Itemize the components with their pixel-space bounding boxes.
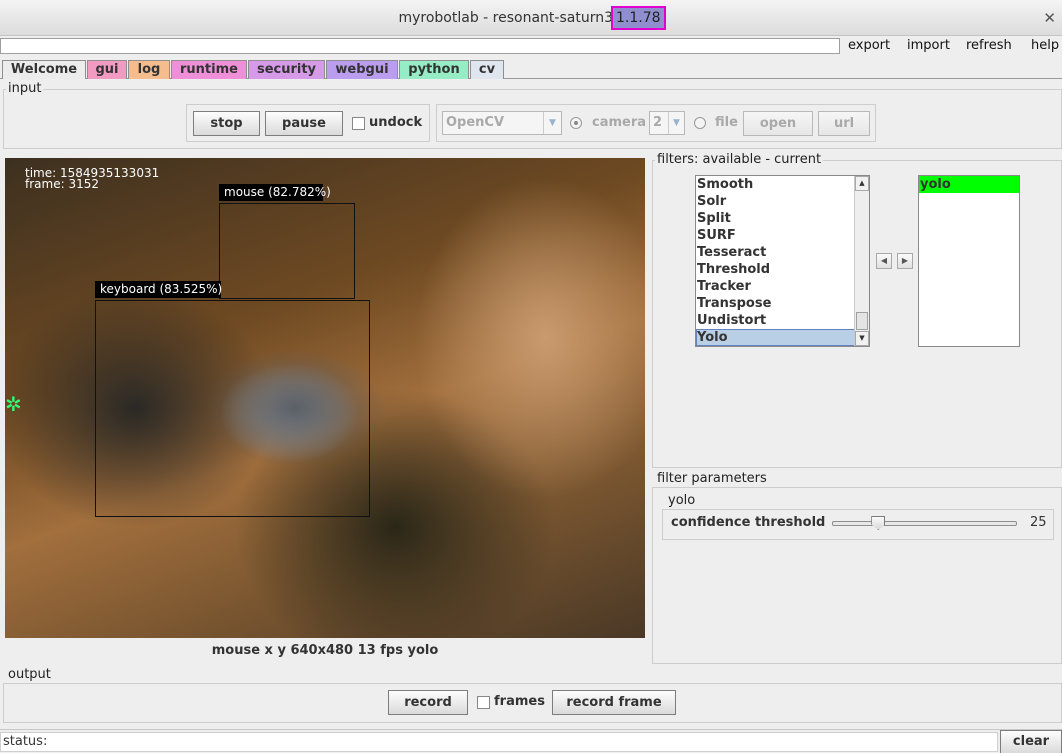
undock-label: undock [369, 115, 423, 130]
available-filter-item[interactable]: Threshold [696, 261, 869, 278]
open-button[interactable]: open [743, 111, 813, 136]
file-label: file [715, 115, 738, 130]
camera-index-value: 2 [653, 115, 663, 130]
tab-gui[interactable]: gui [87, 60, 127, 79]
detection-label-mouse: mouse (82.782%) [219, 184, 331, 201]
status-bar: status: clear [0, 729, 1062, 753]
tab-webgui[interactable]: webgui [326, 60, 398, 79]
stop-button[interactable]: stop [193, 111, 260, 136]
version-badge: 1.1.78 [611, 6, 666, 30]
chevron-down-icon: ▼ [668, 112, 684, 134]
detection-label-keyboard: keyboard (83.525%) [95, 281, 222, 298]
remove-filter-arrow-icon[interactable]: ◀ [876, 253, 892, 269]
scroll-up-icon[interactable]: ▲ [855, 176, 869, 191]
record-frame-button[interactable]: record frame [552, 690, 676, 715]
filters-group-title: filters: available - current [655, 152, 824, 167]
filter-parameters-title: filter parameters [655, 471, 769, 486]
undock-checkbox[interactable] [352, 117, 365, 130]
grabber-select[interactable]: OpenCV ▼ [442, 111, 562, 135]
available-filter-item[interactable]: Tesseract [696, 244, 869, 261]
file-radio[interactable] [694, 117, 706, 129]
scrollbar-thumb[interactable] [856, 312, 868, 330]
input-group-title: input [6, 81, 44, 96]
current-filters-items: yolo [919, 176, 1019, 193]
tab-welcome[interactable]: Welcome [2, 60, 86, 79]
video-feed[interactable]: time: 1584935133031 frame: 3152 mouse (8… [5, 158, 645, 638]
available-filter-item[interactable]: Solr [696, 193, 869, 210]
available-filters-items: Smooth Solr Split SURF Tesseract Threshold Tra… [696, 176, 869, 346]
current-filters-list[interactable]: yolo [918, 175, 1020, 347]
video-frame: frame: 3152 [25, 177, 99, 191]
available-filter-item[interactable]: Undistort [696, 312, 869, 329]
video-status-text: mouse x y 640x480 13 fps yolo [211, 643, 439, 658]
output-group-title: output [6, 667, 53, 682]
clear-button[interactable]: clear [1000, 730, 1062, 753]
detection-box-mouse [219, 203, 355, 299]
confidence-slider-track[interactable] [832, 521, 1017, 526]
add-filter-arrow-icon[interactable]: ▶ [897, 253, 913, 269]
available-filter-item[interactable]: Yolo [696, 329, 869, 346]
scroll-down-icon[interactable]: ▼ [855, 331, 869, 346]
camera-label: camera [592, 115, 647, 130]
menu-bar: export import refresh help [0, 37, 1062, 56]
menu-import[interactable]: import [907, 38, 950, 53]
window-titlebar: myrobotlab - resonant-saturn3 1.1.78 ✕ [0, 0, 1062, 36]
tab-log[interactable]: log [128, 60, 170, 79]
detection-box-keyboard [95, 300, 370, 517]
available-filter-item[interactable]: Transpose [696, 295, 869, 312]
close-icon[interactable]: ✕ [1043, 9, 1056, 27]
available-filters-list[interactable]: Smooth Solr Split SURF Tesseract Threshold Tra… [695, 175, 870, 347]
available-filter-item[interactable]: Smooth [696, 176, 869, 193]
url-button[interactable]: url [818, 111, 870, 136]
menu-refresh[interactable]: refresh [966, 38, 1012, 53]
confidence-threshold-value: 25 [1030, 515, 1047, 530]
confidence-threshold-label: confidence threshold [671, 515, 826, 530]
menu-help[interactable]: help [1031, 38, 1059, 53]
tab-security[interactable]: security [248, 60, 325, 79]
tab-runtime[interactable]: runtime [171, 60, 247, 79]
filters-scrollbar[interactable]: ▲ ▼ [854, 176, 869, 346]
chevron-down-icon: ▼ [543, 112, 561, 134]
menu-search-field[interactable] [0, 38, 840, 54]
grabber-value: OpenCV [446, 115, 505, 130]
window-title: myrobotlab - resonant-saturn3 1.1.78 [0, 0, 1062, 36]
tab-python[interactable]: python [399, 60, 469, 79]
pause-button[interactable]: pause [265, 111, 343, 136]
menu-export[interactable]: export [848, 38, 890, 53]
tab-cv[interactable]: cv [470, 60, 504, 79]
status-field: status: [0, 732, 998, 752]
current-filter-item[interactable]: yolo [919, 176, 1019, 193]
camera-index-select[interactable]: 2 ▼ [649, 111, 685, 135]
razer-logo-icon: ✲ [5, 392, 22, 416]
service-tabs: Welcome gui log runtime security webgui … [0, 59, 1062, 79]
window-title-text: myrobotlab - resonant-saturn3 [398, 10, 613, 26]
available-filter-item[interactable]: Tracker [696, 278, 869, 295]
available-filter-item[interactable]: SURF [696, 227, 869, 244]
frames-label: frames [494, 694, 545, 709]
available-filter-item[interactable]: Split [696, 210, 869, 227]
frames-checkbox[interactable] [477, 696, 490, 709]
status-label: status: [3, 734, 48, 749]
record-button[interactable]: record [388, 690, 468, 715]
camera-radio[interactable] [570, 117, 582, 129]
yolo-parameters-title: yolo [666, 493, 698, 508]
